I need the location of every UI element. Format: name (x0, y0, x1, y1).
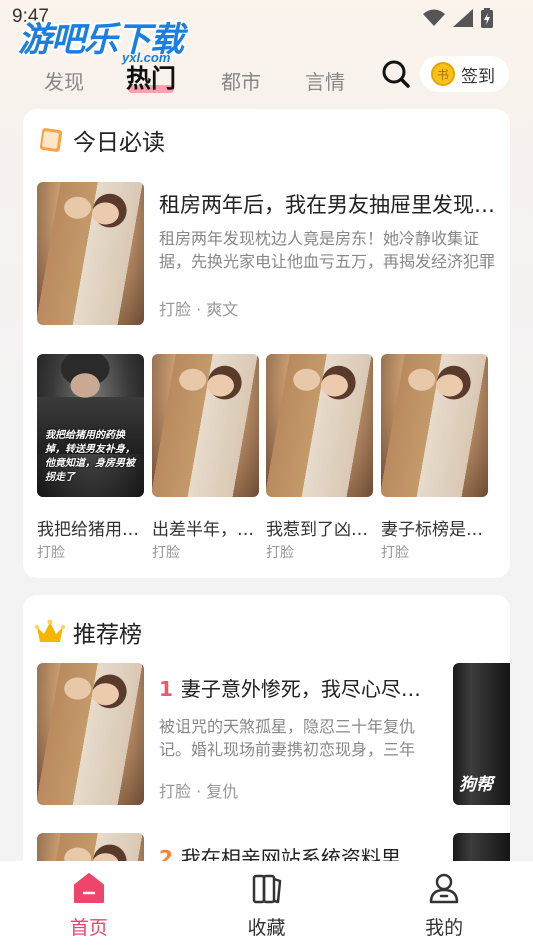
status-icons (423, 8, 493, 28)
side-cover[interactable]: 狗帮 (453, 663, 510, 805)
book-title[interactable]: 出差半年，回来发现家里多了个人 (152, 515, 258, 540)
nav-favorites[interactable]: 收藏 (178, 861, 356, 948)
signin-button[interactable]: 书 签到 (420, 56, 509, 92)
book-title[interactable]: 我把给猪用的药换进了男友杯子 (37, 515, 143, 540)
ranking-card: 推荐榜 1 妻子意外惨死，我尽心尽力办完丧事 被诅咒的天煞孤星，隐忍三十年复仇记。… (23, 595, 510, 885)
nav-profile-label: 我的 (425, 917, 464, 939)
bottom-nav: 首页 收藏 我的 (0, 861, 533, 948)
rank-number: 1 (159, 677, 173, 701)
featured-title[interactable]: 租房两年后，我在男友抽屉里发现了房产证 (159, 189, 499, 219)
book-cover[interactable] (266, 354, 373, 497)
tab-discover[interactable]: 发现 (44, 66, 84, 95)
tab-hot[interactable]: 热门 (126, 59, 176, 95)
book-tag: 打脸 (381, 545, 409, 561)
book-cover[interactable]: 我把给猪用的药换掉，转送男友补身，他竟知道，身房男被拐走了 (37, 354, 144, 497)
ranking-header: 推荐榜 (35, 615, 142, 649)
search-icon (382, 60, 410, 88)
nav-home-label: 首页 (69, 917, 108, 939)
cover-caption: 我把给猪用的药换掉，转送男友补身，他竟知道，身房男被拐走了 (45, 430, 135, 483)
daily-header: 今日必读 (37, 123, 165, 157)
featured-tags: 打脸 · 爽文 (159, 300, 239, 319)
book-icon (39, 128, 63, 152)
book-title[interactable]: 妻子标榜是独立女性 (381, 515, 487, 540)
ranking-cover[interactable] (37, 663, 144, 805)
crown-icon (35, 619, 65, 642)
tab-city[interactable]: 都市 (221, 66, 261, 95)
tab-romance[interactable]: 言情 (305, 66, 345, 95)
nav-home[interactable]: 首页 (0, 861, 178, 948)
ranking-title: 推荐榜 (73, 622, 142, 648)
featured-desc: 租房两年发现枕边人竟是房东！她冷静收集证据，先换光家电让他血亏五万，再揭发经济犯… (159, 229, 495, 271)
daily-title: 今日必读 (73, 130, 165, 156)
ranking-item-title[interactable]: 1 妻子意外惨死，我尽心尽力办完丧事 (159, 673, 429, 702)
wifi-icon (423, 9, 445, 26)
signin-label: 签到 (461, 66, 495, 87)
book-cover[interactable] (152, 354, 259, 497)
daily-must-read-card: 今日必读 租房两年后，我在男友抽屉里发现了房产证 租房两年发现枕边人竟是房东！她… (23, 109, 510, 578)
side-cover-text: 狗帮 (459, 775, 493, 795)
search-button[interactable] (381, 59, 411, 89)
nav-favorites-label: 收藏 (247, 917, 286, 939)
coin-icon: 书 (431, 62, 455, 86)
user-icon (429, 873, 459, 904)
book-title[interactable]: 我惹到了凶神恶煞的大佬 (266, 515, 372, 540)
book-tag: 打脸 (152, 545, 180, 561)
home-icon (73, 873, 104, 903)
bookshelf-icon (252, 874, 281, 904)
book-cover[interactable] (381, 354, 488, 497)
nav-profile[interactable]: 我的 (355, 861, 533, 948)
ranking-desc: 被诅咒的天煞孤星，隐忍三十年复仇记。婚礼现场前妻携初恋现身，三年的 (159, 717, 416, 759)
book-tag: 打脸 (37, 545, 65, 561)
book-tag: 打脸 (266, 545, 294, 561)
ranking-title-text: 妻子意外惨死，我尽心尽力办完丧事 (180, 677, 429, 701)
battery-icon (481, 8, 493, 28)
watermark-logo: 游吧乐下载 yxl.com (18, 12, 184, 65)
ranking-tags: 打脸 · 复仇 (159, 782, 239, 801)
signal-icon (453, 9, 473, 27)
featured-cover[interactable] (37, 182, 144, 325)
